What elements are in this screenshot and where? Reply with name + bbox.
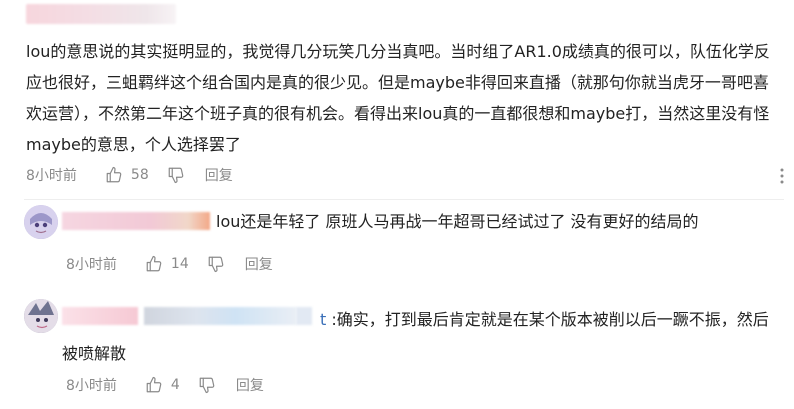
like-count: 58 [130,167,149,183]
thumbs-up-icon [146,255,162,272]
avatar[interactable] [24,299,58,333]
avatar-image-icon [24,205,58,239]
more-vertical-icon[interactable] [776,166,788,186]
thumbs-up-icon [146,376,162,393]
comment-time: 8小时前 [26,168,77,184]
reply-time: 8小时前 [66,378,117,394]
reply-time: 8小时前 [66,257,117,273]
comment-text: lou的意思说的其实挺明显的，我觉得几分玩笑几分当真吧。当时组了AR1.0成绩真… [26,42,770,154]
thumbs-down-icon [199,377,215,394]
author-name-blurred[interactable] [26,4,176,24]
reply-meta: 8小时前 14 回复 [66,254,273,274]
like-button[interactable]: 58 [105,166,149,184]
reply-button[interactable]: 回复 [245,254,273,274]
comment-meta: 8小时前 58 回复 [26,165,233,185]
like-button[interactable]: 4 [145,376,180,394]
like-button[interactable]: 14 [145,255,189,273]
reply-text: lou还是年轻了 原班人马再战一年超哥已经试过了 没有更好的结局的 [216,212,699,231]
like-count: 14 [170,256,189,272]
dislike-button[interactable] [167,166,185,184]
reply-meta: 8小时前 4 回复 [66,375,264,395]
thumbs-up-icon [106,166,122,183]
thumbs-down-icon [208,256,224,273]
reply-text: t :确实，打到最后肯定就是在某个版本被削以后一蹶不振，然后被喷解散 [62,303,782,371]
reply-button[interactable]: 回复 [236,375,264,395]
avatar-image-icon [24,299,58,333]
thumbs-down-icon [168,167,184,184]
reply-author-name-blurred[interactable] [62,212,210,230]
reply-button[interactable]: 回复 [205,165,233,185]
reply-text-body: :确实，打到最后肯定就是在某个版本被削以后一蹶不振，然后被喷解散 [62,310,769,363]
dislike-button[interactable] [207,255,225,273]
dislike-button[interactable] [198,376,216,394]
avatar[interactable] [24,205,58,239]
like-count: 4 [170,377,180,393]
divider [24,199,784,200]
reply-target-name-tail[interactable]: t [320,310,326,329]
